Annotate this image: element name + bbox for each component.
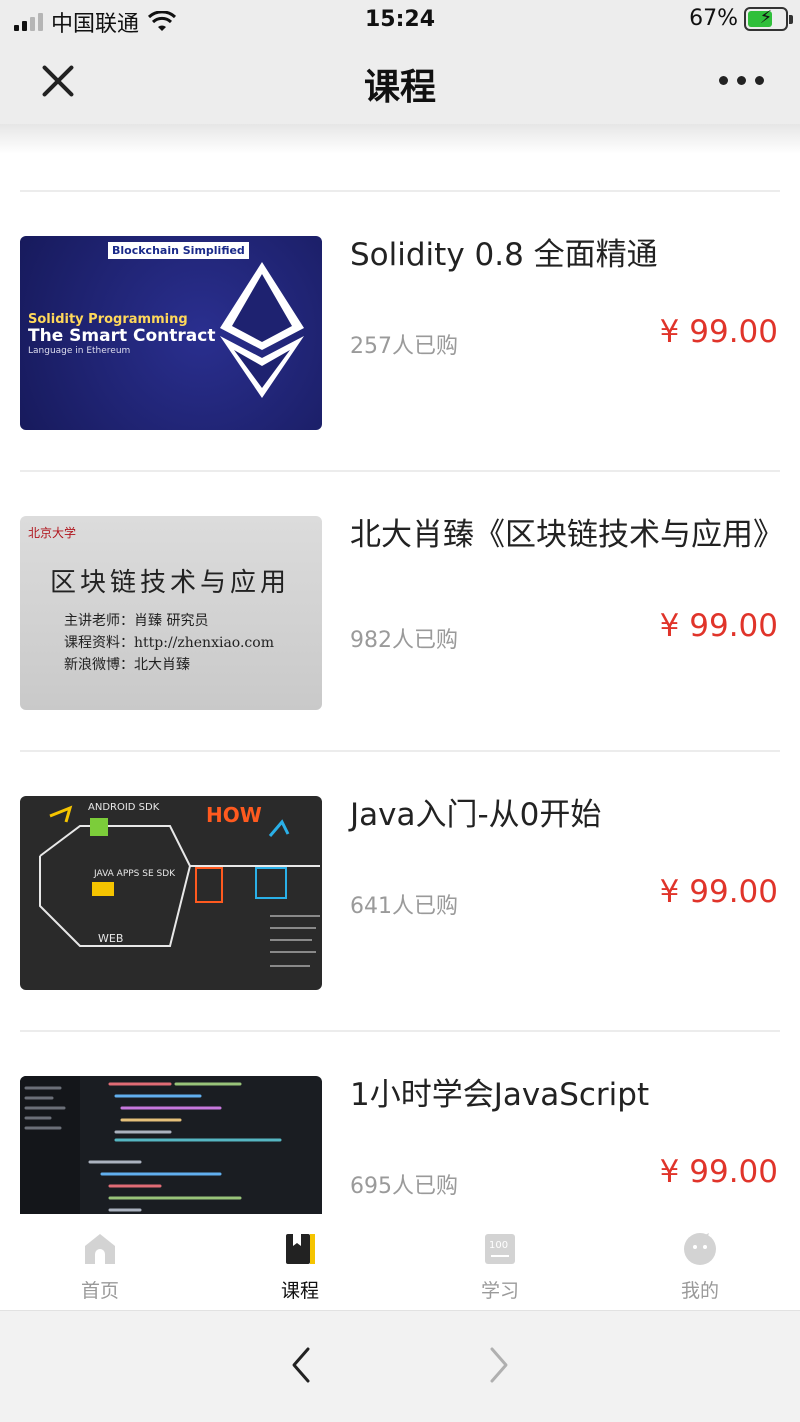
thumbnail-text: Solidity Programming [28,312,188,327]
divider [0,124,800,154]
thumbnail-text: 课程资料：http://zhenxiao.com [64,635,274,651]
course-title[interactable]: 1小时学会JavaScript [350,1076,770,1114]
tab-courses[interactable]: 课程 [200,1232,400,1303]
clock-time: 15:24 [364,7,436,32]
ethereum-logo-icon [220,262,304,398]
tab-label: 我的 [680,1280,719,1302]
svg-text:100: 100 [489,1240,508,1251]
browser-toolbar [0,1310,800,1422]
sold-count: 257人已购 [350,334,458,359]
tab-label: 首页 [80,1280,119,1302]
battery-icon: ⚡ [744,6,793,31]
thumbnail-text: 主讲老师：肖臻 研究员 [64,613,209,629]
course-price: ¥ 99.00 [659,314,778,350]
course-price: ¥ 99.00 [659,874,778,910]
thumbnail-text: Language in Ethereum [28,346,131,356]
java-roadmap-illustration: ANDROID SDK JAVA APPS SE SDK WEB HOW [39,802,320,967]
course-title[interactable]: 北大肖臻《区块链技术与应用》 [350,516,784,554]
nav-bar: 课程 [0,40,800,124]
course-price: ¥ 99.00 [659,608,778,644]
course-price: ¥ 99.00 [659,1154,778,1190]
page-title: 课程 [363,67,436,108]
thumbnail-heading: 区块链技术与应用 [50,568,291,598]
thumbnail-badge: Blockchain Simplified [108,242,249,259]
course-item[interactable]: Blockchain Simplified Solidity Programmi… [20,190,780,470]
course-item[interactable]: 北京大学 区块链技术与应用 主讲老师：肖臻 研究员 课程资料：http://zh… [20,470,784,750]
svg-text:ANDROID SDK: ANDROID SDK [88,802,160,813]
tab-home[interactable]: 首页 [0,1232,200,1303]
course-list[interactable]: Blockchain Simplified Solidity Programmi… [20,190,784,1310]
study-icon: 100 [485,1234,515,1264]
tab-study[interactable]: 100 学习 [400,1232,600,1303]
sold-count: 982人已购 [350,628,458,653]
svg-text:JAVA APPS SE SDK: JAVA APPS SE SDK [93,869,176,879]
sold-count: 641人已购 [350,894,458,919]
thumbnail-text: 新浪微博：北大肖臻 [64,657,190,673]
sold-count: 695人已购 [350,1174,458,1199]
profile-icon [684,1233,716,1265]
back-icon[interactable] [282,1345,322,1385]
home-icon [85,1234,115,1264]
battery-percent: 67% [689,6,738,31]
tab-profile[interactable]: 我的 [600,1232,800,1303]
tab-bar: 首页 课程 100 学习 我的 [0,1214,800,1310]
tab-label: 学习 [480,1280,519,1302]
svg-text:WEB: WEB [98,932,123,945]
thumbnail-text: The Smart Contract [28,326,216,346]
more-icon[interactable] [719,76,764,85]
tab-label: 课程 [280,1280,319,1302]
course-title[interactable]: Java入门-从0开始 [350,796,770,834]
book-icon [286,1234,315,1264]
course-thumbnail[interactable]: ANDROID SDK JAVA APPS SE SDK WEB HOW [20,796,322,990]
course-thumbnail[interactable]: 北京大学 区块链技术与应用 主讲老师：肖臻 研究员 课程资料：http://zh… [20,516,322,710]
course-item[interactable]: ANDROID SDK JAVA APPS SE SDK WEB HOW Jav… [20,750,780,1030]
pku-logo: 北京大学 [28,526,77,540]
status-bar: 中国联通 15:24 67% ⚡ [0,0,800,40]
svg-text:HOW: HOW [206,803,262,827]
course-title[interactable]: Solidity 0.8 全面精通 [350,236,770,274]
forward-icon[interactable] [478,1345,518,1385]
course-thumbnail[interactable]: Blockchain Simplified Solidity Programmi… [20,236,322,430]
